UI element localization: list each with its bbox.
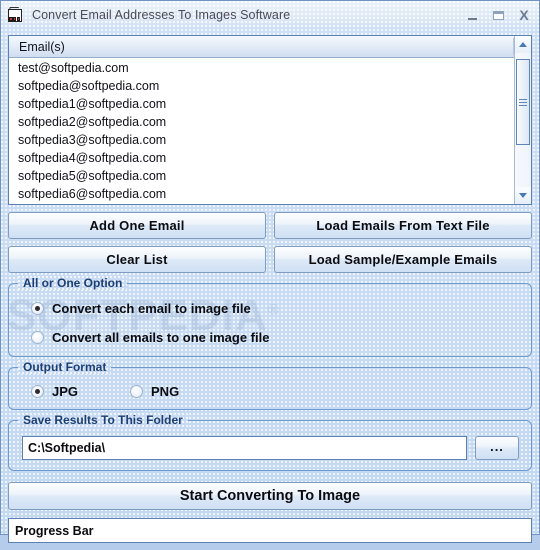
- save-folder-input[interactable]: C:\Softpedia\: [22, 436, 467, 460]
- radio-format-jpg-icon[interactable]: [31, 384, 44, 398]
- maximize-button[interactable]: [485, 4, 511, 26]
- radio-format-jpg-label: JPG: [52, 383, 79, 399]
- email-list-body[interactable]: test@softpedia.com softpedia@softpedia.co…: [9, 58, 514, 204]
- email-list-header-label: Email(s): [19, 39, 65, 54]
- load-emails-from-text-file-button[interactable]: Load Emails From Text File: [274, 212, 532, 239]
- radio-format-png-label: PNG: [151, 383, 180, 399]
- email-list-column: Email(s) test@softpedia.com softpedia@sof…: [9, 36, 514, 204]
- list-item[interactable]: test@softpedia.com: [9, 59, 514, 77]
- list-action-row-2: Clear List Load Sample/Example Emails: [8, 246, 532, 273]
- email-list-header[interactable]: Email(s): [9, 36, 514, 58]
- progress-bar: Progress Bar: [8, 518, 532, 543]
- save-folder-row: C:\Softpedia\ ...: [19, 434, 521, 462]
- list-item[interactable]: softpedia2@softpedia.com: [9, 113, 514, 131]
- application-window: Convert Email Addresses To Images Softwa…: [0, 0, 540, 543]
- scroll-up-arrow-icon[interactable]: [515, 36, 531, 53]
- scrollbar-track[interactable]: [515, 53, 531, 187]
- scrollbar-grip-icon: [519, 97, 527, 108]
- radio-convert-all-emails-label: Convert all emails to one image file: [52, 329, 270, 345]
- scrollbar-thumb[interactable]: [516, 59, 530, 145]
- list-action-row-1: Add One Email Load Emails From Text File: [8, 212, 532, 239]
- radio-convert-all-emails[interactable]: Convert all emails to one image file: [19, 326, 521, 348]
- minimize-button[interactable]: [459, 4, 485, 26]
- client-area: SOFTPEDIA® Email(s) test@softpedia.com so…: [1, 29, 539, 550]
- radio-convert-all-emails-icon[interactable]: [31, 330, 44, 344]
- output-format-legend: Output Format: [18, 360, 111, 374]
- list-item[interactable]: softpedia6@softpedia.com: [9, 185, 514, 203]
- start-row: Start Converting To Image: [8, 482, 532, 510]
- radio-convert-each-email-label: Convert each email to image file: [52, 300, 251, 316]
- close-button[interactable]: X: [511, 4, 537, 26]
- save-folder-legend: Save Results To This Folder: [18, 413, 188, 427]
- radio-format-jpg[interactable]: JPG: [31, 384, 78, 399]
- close-icon: X: [519, 7, 529, 23]
- progress-bar-label: Progress Bar: [15, 523, 94, 538]
- all-or-one-option-group: All or One Option Convert each email to …: [8, 276, 532, 357]
- browse-folder-button[interactable]: ...: [475, 436, 519, 460]
- window-title: Convert Email Addresses To Images Softwa…: [32, 8, 291, 22]
- list-item[interactable]: softpedia3@softpedia.com: [9, 131, 514, 149]
- load-sample-emails-button[interactable]: Load Sample/Example Emails: [274, 246, 532, 273]
- add-one-email-button[interactable]: Add One Email: [8, 212, 266, 239]
- list-item[interactable]: softpedia5@softpedia.com: [9, 167, 514, 185]
- output-format-row: JPG PNG: [19, 381, 521, 401]
- list-item[interactable]: softpedia4@softpedia.com: [9, 149, 514, 167]
- start-converting-button[interactable]: Start Converting To Image: [8, 482, 532, 510]
- clear-list-button[interactable]: Clear List: [8, 246, 266, 273]
- radio-convert-each-email[interactable]: Convert each email to image file: [19, 297, 521, 319]
- save-folder-group: Save Results To This Folder C:\Softpedia…: [8, 413, 532, 471]
- list-item[interactable]: softpedia7@softpedia.com: [9, 203, 514, 204]
- radio-convert-each-email-icon[interactable]: [31, 301, 44, 315]
- radio-format-png-icon[interactable]: [130, 384, 144, 398]
- email-list-scrollbar[interactable]: [514, 36, 531, 204]
- scroll-down-arrow-icon[interactable]: [515, 187, 531, 204]
- email-list-panel[interactable]: Email(s) test@softpedia.com softpedia@sof…: [8, 35, 532, 205]
- title-bar: Convert Email Addresses To Images Softwa…: [1, 1, 539, 29]
- list-item[interactable]: softpedia1@softpedia.com: [9, 95, 514, 113]
- list-item[interactable]: softpedia@softpedia.com: [9, 77, 514, 95]
- app-image-icon: [7, 6, 24, 24]
- all-or-one-option-legend: All or One Option: [18, 276, 127, 290]
- output-format-group: Output Format JPG PNG: [8, 360, 532, 410]
- radio-format-png[interactable]: PNG: [130, 384, 179, 399]
